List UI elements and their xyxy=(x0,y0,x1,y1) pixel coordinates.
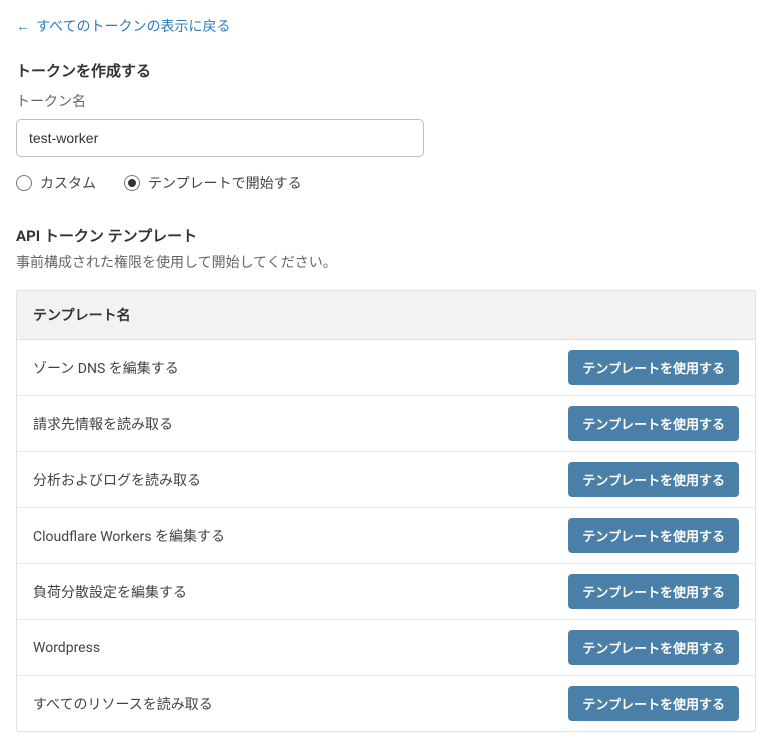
templates-desc: 事前構成された権限を使用して開始してください。 xyxy=(16,252,756,272)
back-link[interactable]: ← すべてのトークンの表示に戻る xyxy=(16,16,230,36)
use-template-button[interactable]: テンプレートを使用する xyxy=(568,406,739,441)
use-template-button[interactable]: テンプレートを使用する xyxy=(568,462,739,497)
arrow-left-icon: ← xyxy=(16,18,30,35)
templates-table: テンプレート名 ゾーン DNS を編集するテンプレートを使用する請求先情報を読み… xyxy=(16,290,756,732)
template-name: Wordpress xyxy=(33,640,100,656)
template-name: 分析およびログを読み取る xyxy=(33,470,201,490)
template-name: 請求先情報を読み取る xyxy=(33,414,173,434)
template-row: すべてのリソースを読み取る テンプレートを使用する xyxy=(17,676,755,731)
template-row: Wordpress テンプレートを使用する xyxy=(17,620,755,676)
start-mode-radios: カスタム テンプレートで開始する xyxy=(16,173,756,193)
template-name: すべてのリソースを読み取る xyxy=(33,694,213,714)
radio-icon xyxy=(16,175,32,191)
back-link-label: すべてのトークンの表示に戻る xyxy=(36,16,230,36)
template-name: Cloudflare Workers を編集する xyxy=(33,526,225,546)
token-name-input[interactable] xyxy=(16,119,424,157)
templates-header: テンプレート名 xyxy=(17,291,755,340)
template-name: 負荷分散設定を編集する xyxy=(33,582,187,602)
radio-custom[interactable]: カスタム xyxy=(16,173,96,193)
radio-template[interactable]: テンプレートで開始する xyxy=(124,173,302,193)
template-row: 請求先情報を読み取る テンプレートを使用する xyxy=(17,396,755,452)
radio-template-label: テンプレートで開始する xyxy=(148,173,302,193)
template-row: Cloudflare Workers を編集する テンプレートを使用する xyxy=(17,508,755,564)
use-template-button[interactable]: テンプレートを使用する xyxy=(568,630,739,665)
use-template-button[interactable]: テンプレートを使用する xyxy=(568,518,739,553)
create-token-title: トークンを作成する xyxy=(16,60,756,81)
radio-icon-checked xyxy=(124,175,140,191)
template-name: ゾーン DNS を編集する xyxy=(33,358,179,378)
template-row: 分析およびログを読み取る テンプレートを使用する xyxy=(17,452,755,508)
use-template-button[interactable]: テンプレートを使用する xyxy=(568,574,739,609)
token-name-label: トークン名 xyxy=(16,91,756,111)
use-template-button[interactable]: テンプレートを使用する xyxy=(568,350,739,385)
templates-title: API トークン テンプレート xyxy=(16,225,756,246)
template-row: ゾーン DNS を編集する テンプレートを使用する xyxy=(17,340,755,396)
radio-custom-label: カスタム xyxy=(40,173,96,193)
use-template-button[interactable]: テンプレートを使用する xyxy=(568,686,739,721)
template-row: 負荷分散設定を編集する テンプレートを使用する xyxy=(17,564,755,620)
